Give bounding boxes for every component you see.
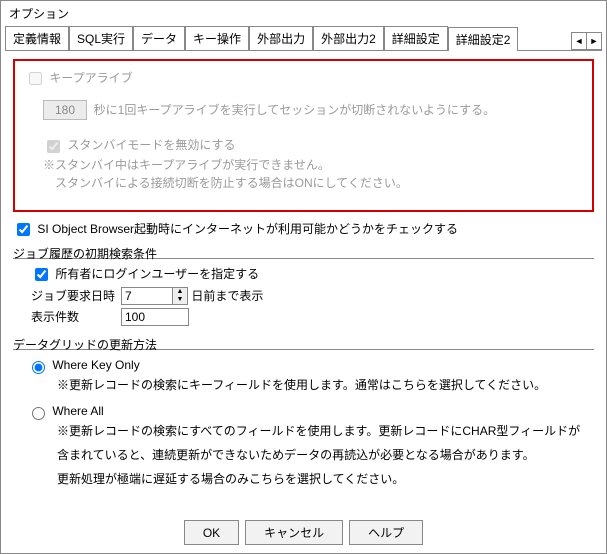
where-all-note2: 含まれていると、連続更新ができないためデータの再読込が必要となる場合があります。 [57,446,594,464]
keepalive-checkbox-row[interactable]: キープアライブ [25,71,133,85]
cancel-button[interactable]: キャンセル [245,520,343,545]
internet-check-checkbox[interactable] [17,223,30,236]
where-all-note1: ※更新レコードの検索にすべてのフィールドを使用します。更新レコードにCHAR型フ… [57,422,594,440]
job-reqdate-suffix: 日前まで表示 [191,287,263,305]
where-all-label: Where All [52,404,103,418]
internet-check-label: SI Object Browser起動時にインターネットが利用可能かどうかをチェ… [37,222,458,236]
spin-up-icon[interactable]: ▲ [173,288,187,296]
where-key-only-label: Where Key Only [52,358,139,372]
tab-content: キープアライブ 秒に1回キープアライブを実行してセッションが切断されないようにす… [1,51,606,488]
keepalive-interval-input[interactable] [43,100,87,120]
tab-key[interactable]: キー操作 [185,26,249,50]
owner-login-checkbox[interactable] [35,268,48,281]
standby-checkbox[interactable] [47,140,60,153]
standby-note1: ※スタンバイ中はキープアライブが実行できません。 [43,156,582,174]
disp-count-label: 表示件数 [31,308,121,326]
job-history-legend: ジョブ履歴の初期検索条件 [13,245,594,263]
options-dialog: オプション 定義情報 SQL実行 データ キー操作 外部出力 外部出力2 詳細設… [0,0,607,554]
job-reqdate-input[interactable] [122,288,172,304]
tab-teigi[interactable]: 定義情報 [5,26,69,50]
keepalive-interval-text: 秒に1回キープアライブを実行してセッションが切断されないようにする。 [94,103,495,117]
tab-scroll-left[interactable]: ◄ [571,32,587,50]
datagrid-legend: データグリッドの更新方法 [13,336,594,354]
where-key-only-radio[interactable] [32,361,45,374]
tab-strip: 定義情報 SQL実行 データ キー操作 外部出力 外部出力2 詳細設定 詳細設定… [5,24,602,51]
window-title: オプション [1,1,606,24]
tab-detail2[interactable]: 詳細設定2 [448,27,519,51]
standby-checkbox-row[interactable]: スタンバイモードを無効にする [43,138,235,152]
keepalive-label: キープアライブ [49,71,132,85]
tab-data[interactable]: データ [133,26,185,50]
where-all-row[interactable]: Where All [27,404,104,418]
where-key-only-note: ※更新レコードの検索にキーフィールドを使用します。通常はこちらを選択してください… [57,376,594,394]
tab-detail1[interactable]: 詳細設定 [384,26,448,50]
tab-scroll-right[interactable]: ► [586,32,602,50]
spin-down-icon[interactable]: ▼ [173,296,187,304]
tab-out2[interactable]: 外部出力2 [313,26,384,50]
owner-login-label: 所有者にログインユーザーを指定する [55,267,259,281]
tab-out1[interactable]: 外部出力 [249,26,313,50]
owner-login-row[interactable]: 所有者にログインユーザーを指定する [31,267,259,281]
where-key-only-row[interactable]: Where Key Only [27,358,140,372]
where-all-radio[interactable] [32,407,45,420]
ok-button[interactable]: OK [184,520,239,545]
keepalive-checkbox[interactable] [29,72,42,85]
job-reqdate-label: ジョブ要求日時 [31,287,121,305]
where-all-note3: 更新処理が極端に遅延する場合のみこちらを選択してください。 [57,470,594,488]
help-button[interactable]: ヘルプ [349,520,423,545]
tab-sql[interactable]: SQL実行 [69,26,133,50]
job-reqdate-spinner[interactable]: ▲▼ [121,287,188,305]
internet-check-row[interactable]: SI Object Browser起動時にインターネットが利用可能かどうかをチェ… [13,222,458,236]
standby-note2: スタンバイによる接続切断を防止する場合はONにしてください。 [43,174,582,192]
disp-count-input[interactable] [121,308,189,326]
standby-label: スタンバイモードを無効にする [67,138,235,152]
keepalive-highlight-box: キープアライブ 秒に1回キープアライブを実行してセッションが切断されないようにす… [13,59,594,212]
tab-scroll: ◄ ► [572,32,602,50]
dialog-buttons: OK キャンセル ヘルプ [1,520,606,545]
